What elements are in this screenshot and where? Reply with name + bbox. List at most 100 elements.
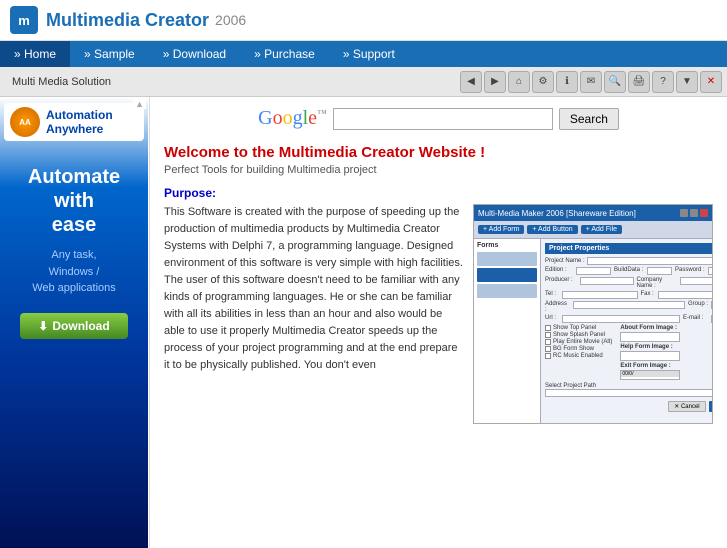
settings-button[interactable]: ⚙ [532,71,554,93]
sw-password-field[interactable] [708,267,713,275]
forward-button[interactable]: ▶ [484,71,506,93]
sw-group-label: Group : [688,301,708,313]
sw-add-form-btn[interactable]: + Add Form [478,225,524,234]
info-button[interactable]: ℹ [556,71,578,93]
ad-logo: AA [10,107,40,137]
sw-company-field[interactable] [680,277,714,285]
sw-builddate-field[interactable] [647,267,672,275]
ad-corner[interactable]: ▲ [133,99,146,109]
sw-show-top-checkbox[interactable] [545,325,551,331]
welcome-sub: Perfect Tools for building Multimedia pr… [164,164,713,176]
sw-help-image-field[interactable] [620,351,680,361]
sw-proj-name-label: Project Name : [545,258,585,264]
sw-fax-field[interactable] [658,291,714,299]
mail-button[interactable]: ✉ [580,71,602,93]
sw-url-field[interactable] [562,315,680,323]
sw-checkbox-row-4: BG Form Show [545,346,612,352]
sw-path-field[interactable] [545,389,713,397]
search-button[interactable]: 🔍 [604,71,626,93]
sw-add-file-btn[interactable]: + Add File [581,225,622,234]
home-button[interactable]: ⌂ [508,71,530,93]
sw-email-field[interactable]: 00/0/ [711,315,713,323]
sw-music-checkbox[interactable] [545,353,551,359]
sw-password-label: Password : [675,267,705,275]
sw-exit-label: Exit Form Image : [620,363,680,369]
sw-show-splash-checkbox[interactable] [545,332,551,338]
toolbar: Multi Media Solution ◀ ▶ ⌂ ⚙ ℹ ✉ 🔍 🖨 ? ▼… [0,67,727,97]
sw-checkbox-row-2: Show Splash Panel [545,332,612,338]
content-pane: Google™ Search Welcome to the Multimedia… [150,97,727,548]
content-text: This Software is created with the purpos… [164,204,463,424]
sw-form-item-2[interactable] [477,284,537,298]
sw-title-text: Multi-Media Maker 2006 [Shareware Editio… [478,209,636,218]
sw-edition-field[interactable] [576,267,611,275]
sw-producer-field[interactable] [580,277,634,285]
nav-home[interactable]: » Home [0,41,70,67]
nav-download[interactable]: » Download [149,41,240,67]
sw-forms-panel: Forms [474,239,541,424]
sw-help-label: Help Form Image : [620,344,680,350]
down-button[interactable]: ▼ [676,71,698,93]
sw-toolbar: + Add Form + Add Button + Add File [474,221,712,239]
ad-sub-text: Any task,Windows /Web applications [32,247,116,297]
app-year: 2006 [215,12,246,28]
ad-brand: Automation Anywhere [46,108,113,137]
sw-properties-title: Project Properties [545,243,713,254]
ad-top: AA Automation Anywhere [4,103,144,141]
sw-ok-button[interactable]: ✓ Ok [709,401,713,412]
sw-exit-image-field[interactable]: 00/0/ [620,370,680,380]
sw-play-movie-checkbox[interactable] [545,339,551,345]
sw-body: Forms Project Properties Project Name : … [474,239,712,424]
help-button[interactable]: ? [652,71,674,93]
toolbar-buttons: ◀ ▶ ⌂ ⚙ ℹ ✉ 🔍 🖨 ? ▼ ✕ [459,71,723,93]
ad-banner: ▲ AA Automation Anywhere Automatewitheas… [0,97,148,548]
ad-download-button[interactable]: ⬇ Download [20,313,127,339]
sw-checkbox-row-3: Play Entire Movie (Alt) [545,339,612,345]
sw-action-buttons: ✕ Cancel ✓ Ok [545,401,713,412]
nav-purchase[interactable]: » Purchase [240,41,329,67]
sw-about-label: About Form Image : [620,325,680,331]
google-logo: Google™ [258,107,327,130]
sw-edition-label: Edition : [545,267,573,275]
software-screenshot: Multi-Media Maker 2006 [Shareware Editio… [473,204,713,424]
purpose-label: Purpose: [164,186,713,200]
google-search-button[interactable]: Search [559,108,619,130]
sw-address-field[interactable] [573,301,685,309]
google-search-input[interactable] [333,108,553,130]
nav-support[interactable]: » Support [329,41,409,67]
sw-url-label: Url : [545,315,559,323]
ad-center-text: Automatewithease [28,165,120,237]
sw-company-label: Company Name : [637,277,677,289]
sw-builddate-label: BuildData : [614,267,644,275]
sw-tel-label: Tel : [545,291,559,299]
print-button[interactable]: 🖨 [628,71,650,93]
content-body: This Software is created with the purpos… [164,204,713,424]
close-button[interactable]: ✕ [700,71,722,93]
sw-tel-field[interactable] [562,291,638,299]
sw-min-icon [680,209,688,217]
sw-max-icon [690,209,698,217]
nav-bar: » Home » Sample » Download » Purchase » … [0,41,727,67]
sw-close-icon [700,209,708,217]
sw-form-item-selected[interactable] [477,268,537,282]
sw-address-label: Address : [545,301,570,313]
back-button[interactable]: ◀ [460,71,482,93]
sw-checkbox-row-1: Show Top Panel [545,325,612,331]
sw-cancel-button[interactable]: ✕ Cancel [668,401,705,412]
welcome-heading: Welcome to the Multimedia Creator Websit… [164,144,713,161]
sw-proj-name-row: Project Name : [545,257,713,265]
sw-bg-form-checkbox[interactable] [545,346,551,352]
sw-proj-name-field[interactable] [587,257,713,265]
sw-group-field[interactable] [711,301,713,309]
main-area: ▲ AA Automation Anywhere Automatewitheas… [0,97,727,548]
sw-about-image-field[interactable] [620,332,680,342]
download-arrow-icon: ⬇ [38,319,48,333]
sw-panel-title: Forms [477,242,537,249]
sw-email-label: E-mail : [683,315,708,323]
nav-sample[interactable]: » Sample [70,41,149,67]
sw-form-item[interactable] [477,252,537,266]
sw-title-bar: Multi-Media Maker 2006 [Shareware Editio… [474,205,712,221]
sidebar: ▲ AA Automation Anywhere Automatewitheas… [0,97,150,548]
sw-producer-label: Producer : [545,277,577,289]
sw-add-button-btn[interactable]: + Add Button [527,225,577,234]
